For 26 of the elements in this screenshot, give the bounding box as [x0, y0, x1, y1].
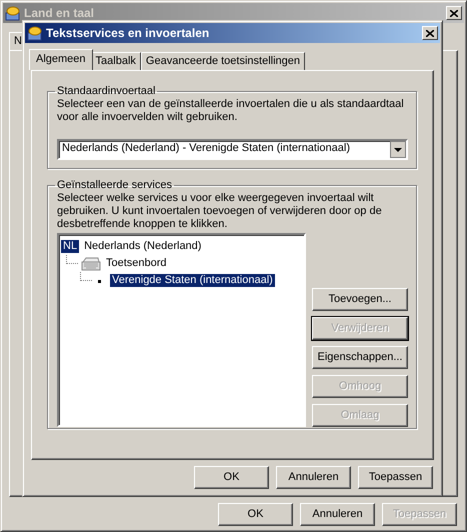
- tab[interactable]: Taalbalk: [90, 52, 141, 70]
- tree-item[interactable]: Verenigde Staten (internationaal): [110, 274, 275, 288]
- window-title: Land en taal: [24, 6, 96, 20]
- dialog-button[interactable]: Toepassen: [358, 466, 433, 489]
- description-text: Selecteer welke services u voor elke weergegeven invoertaal wilt gebruiken. U kunt invoertalen toevoegen of verwijderen door op de desbetreffende knoppen te klikken.: [57, 192, 383, 232]
- dialog-button[interactable]: OK: [194, 466, 269, 489]
- close-icon: [450, 10, 458, 16]
- description-text: Selecteer een van de geïnstalleerde invoertalen die u als standaardtaal voor alle invoervelden wilt gebruiken.: [57, 98, 405, 125]
- tree-item[interactable]: Nederlands (Nederland): [82, 240, 204, 254]
- keyboard-icon: [81, 256, 101, 272]
- language-dropdown[interactable]: Nederlands (Nederland) - Verenigde Staten (internationaal): [57, 138, 408, 160]
- tab[interactable]: Algemeen: [29, 49, 93, 70]
- tab[interactable]: Geavanceerde toetsinstellingen: [140, 52, 306, 70]
- group-title: Geïnstalleerde services: [56, 178, 173, 192]
- dialog-button[interactable]: Toevoegen...: [312, 288, 408, 312]
- close-button[interactable]: [422, 26, 438, 40]
- dialog-button[interactable]: Eigenschappen...: [312, 346, 408, 370]
- tree-item[interactable]: Toetsenbord: [104, 257, 169, 270]
- close-button[interactable]: [446, 6, 462, 20]
- window-title: Tekstservices en invoertalen: [46, 26, 210, 40]
- language-badge: NL: [61, 240, 80, 254]
- dialog-button[interactable]: OK: [218, 503, 293, 526]
- dialog-button[interactable]: Annuleren: [300, 503, 375, 526]
- group-title: Standaardinvoertaal: [56, 85, 156, 98]
- close-icon: [426, 30, 434, 36]
- dialog-button[interactable]: Annuleren: [276, 466, 351, 489]
